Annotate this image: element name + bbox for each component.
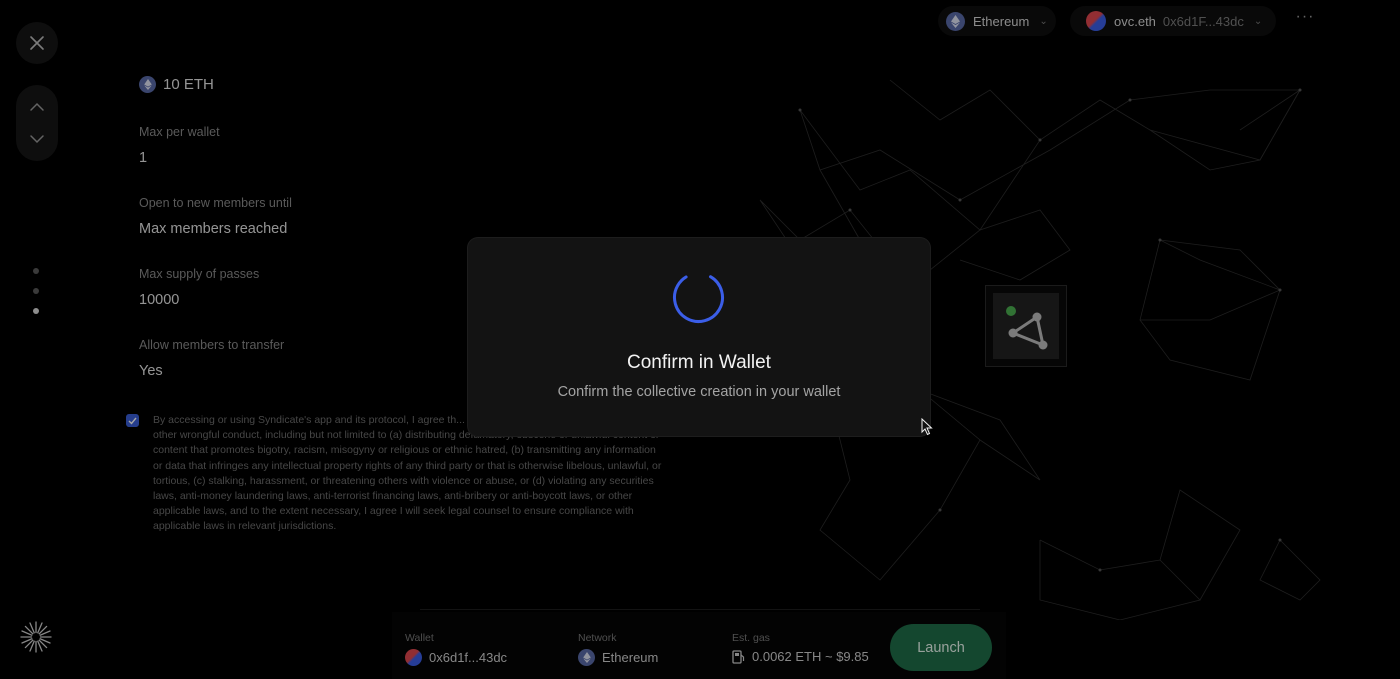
cursor-icon: [921, 418, 933, 436]
confirm-wallet-modal: Confirm in Wallet Confirm the collective…: [468, 238, 930, 436]
spinner-icon: [673, 272, 724, 323]
modal-subtitle: Confirm the collective creation in your …: [557, 384, 841, 400]
modal-title: Confirm in Wallet: [627, 352, 771, 373]
